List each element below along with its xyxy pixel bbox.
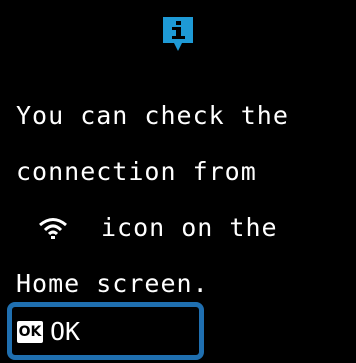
ok-button[interactable]: OK OK [7,302,204,360]
printer-lcd-screen: You can check the connection from icon o… [0,0,356,363]
message-line-3-text: icon on the [101,213,278,242]
info-icon [163,17,193,51]
message-line-3: icon on the [16,200,346,256]
ok-button-label: OK [50,317,81,346]
bottom-bar: OK OK [0,301,356,363]
message-text: You can check the connection from icon o… [16,88,346,312]
message-line-2: connection from [16,157,257,186]
ok-key-icon: OK [17,321,43,343]
message-line-1: You can check the [16,101,289,130]
wifi-icon [39,218,67,239]
